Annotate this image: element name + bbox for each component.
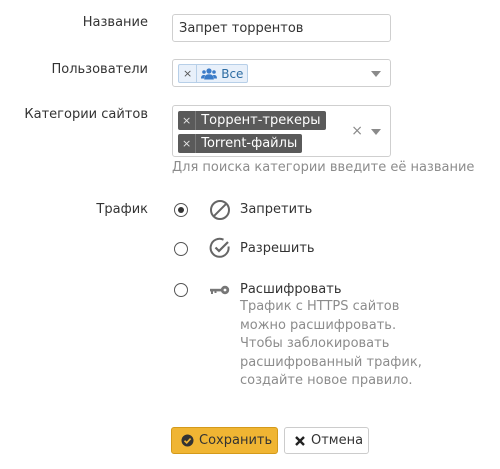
check-circle-icon (209, 237, 231, 259)
category-tag: × Torrent-файлы (178, 134, 303, 153)
radio-decrypt[interactable] (174, 283, 188, 297)
decrypt-description: Трафик с HTTPS сайтов можно расшифровать… (240, 299, 422, 388)
category-tag-label: Torrent-файлы (201, 136, 298, 151)
categories-hint: Для поиска категории введите её название (172, 160, 475, 175)
radio-block[interactable] (174, 203, 188, 217)
cancel-button-label: Отмена (311, 433, 364, 448)
category-tag-label: Торрент-трекеры (201, 113, 321, 128)
save-button[interactable]: Сохранить (171, 427, 278, 454)
tag-separator (195, 111, 197, 130)
user-tag-all: × Все (178, 64, 249, 83)
key-icon (209, 279, 231, 301)
categories-label: Категории сайтов (24, 107, 148, 122)
traffic-label: Трафик (96, 202, 148, 217)
categories-select[interactable]: × Торрент-трекеры × Torrent-файлы × (172, 105, 391, 157)
user-tag-label: Все (221, 66, 244, 81)
users-select[interactable]: × Все (172, 59, 391, 87)
radio-allow[interactable] (174, 242, 188, 256)
option-label-decrypt[interactable]: Расшифровать (240, 282, 341, 297)
user-tag-remove-icon[interactable]: × (183, 67, 192, 80)
category-tag-remove-icon[interactable]: × (182, 137, 191, 150)
close-icon (294, 435, 306, 447)
users-label: Пользователи (51, 62, 148, 77)
category-tag: × Торрент-трекеры (178, 111, 326, 130)
name-input[interactable] (172, 14, 391, 42)
tag-separator (195, 134, 197, 153)
cancel-button[interactable]: Отмена (284, 427, 369, 454)
chevron-down-icon[interactable] (371, 71, 381, 77)
clear-selection-icon[interactable]: × (351, 123, 363, 139)
chevron-down-icon[interactable] (371, 129, 381, 135)
option-label-block[interactable]: Запретить (240, 202, 312, 217)
name-label: Название (82, 15, 148, 30)
option-label-allow[interactable]: Разрешить (240, 241, 315, 256)
users-icon (201, 67, 218, 80)
save-button-label: Сохранить (199, 433, 273, 448)
check-circle-icon (181, 434, 194, 447)
category-tag-remove-icon[interactable]: × (182, 114, 191, 127)
tag-separator (196, 65, 198, 82)
block-icon (209, 199, 231, 221)
